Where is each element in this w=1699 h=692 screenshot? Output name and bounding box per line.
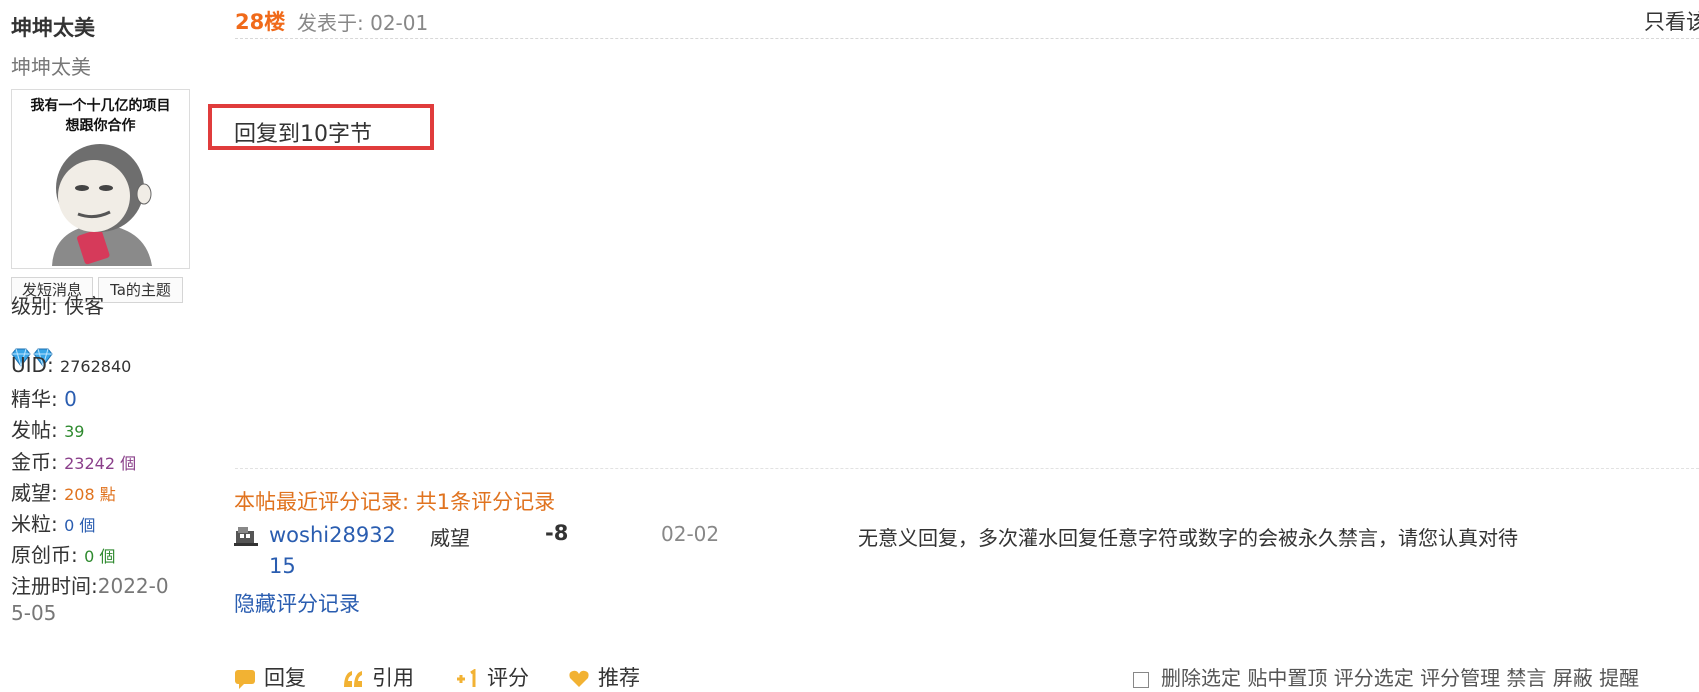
heart-icon [569, 670, 589, 687]
post-time: 发表于: 02-01 [297, 11, 429, 35]
username[interactable]: 坤坤太美 [11, 12, 95, 42]
gold-row: 金币: 23242 個 [11, 446, 136, 475]
post-content-highlight: 回复到10字节 [208, 104, 434, 150]
prestige-value: 208 點 [64, 485, 116, 504]
rating-reason: 无意义回复，多次灌水回复任意字符或数字的会被永久禁言，请您认真对待 [858, 526, 1518, 550]
quote-icon [344, 671, 362, 687]
original-coin-label: 原创币: [11, 543, 78, 567]
rice-label: 米粒: [11, 512, 58, 536]
gold-label: 金币: [11, 450, 58, 474]
recommend-label: 推荐 [598, 666, 640, 690]
original-coin-value: 0 個 [84, 547, 116, 566]
prestige-label: 威望: [11, 481, 58, 505]
gold-value: 23242 個 [64, 454, 137, 473]
level-label: 级别: [11, 294, 58, 318]
uid-value: 2762840 [60, 357, 132, 376]
reply-label: 回复 [264, 666, 306, 690]
admin-actions-label[interactable]: 删除选定 贴中置顶 评分选定 评分管理 禁言 屏蔽 提醒 [1161, 666, 1639, 690]
rater-avatar-icon [234, 527, 258, 546]
level-value: 侠客 [64, 294, 105, 318]
register-label: 注册时间: [11, 574, 98, 598]
post-header: 28楼 发表于: 02-01 只看该 [235, 0, 1699, 39]
essence-value[interactable]: 0 [64, 387, 77, 411]
post-content: 回复到10字节 [234, 122, 372, 147]
register-row: 注册时间:2022-0 [11, 570, 169, 599]
quote-button[interactable]: 引用 [342, 662, 414, 692]
original-coin-row: 原创币: 0 個 [11, 539, 115, 568]
content-divider [235, 468, 1699, 469]
select-post-checkbox[interactable] [1133, 671, 1149, 688]
register-value-line1: 2022-0 [97, 574, 169, 598]
register-value-line2: 5-05 [11, 601, 57, 625]
reply-button[interactable]: 回复 [234, 662, 306, 692]
posts-value: 39 [64, 422, 85, 441]
essence-row: 精华: 0 [11, 383, 77, 412]
floor-number[interactable]: 28楼 [235, 6, 285, 36]
rice-value: 0 個 [64, 516, 96, 535]
user-sidebar: 坤坤太美 坤坤太美 我有一个十几亿的项目 想跟你合作 发短消息 Ta的主题 级别… [0, 0, 200, 676]
uid-label: UID: [11, 353, 54, 377]
quote-label: 引用 [372, 666, 414, 690]
rate-label: 评分 [487, 666, 529, 690]
register-row-cont: 5-05 [11, 601, 56, 625]
user-topics-button[interactable]: Ta的主题 [98, 277, 183, 303]
rater-username-link[interactable]: woshi2893215 [269, 520, 409, 582]
rating-type: 威望 [430, 526, 470, 550]
prestige-row: 威望: 208 點 [11, 477, 116, 506]
posts-label: 发帖: [11, 418, 58, 442]
avatar-caption-line1: 我有一个十几亿的项目 [30, 98, 171, 114]
avatar-caption: 我有一个十几亿的项目 想跟你合作 [12, 96, 189, 136]
avatar-caption-line2: 想跟你合作 [65, 118, 136, 134]
avatar[interactable]: 我有一个十几亿的项目 想跟你合作 [11, 89, 190, 269]
recommend-button[interactable]: 推荐 [568, 662, 640, 692]
admin-actions[interactable]: 删除选定 贴中置顶 评分选定 评分管理 禁言 屏蔽 提醒 [1133, 662, 1639, 691]
rate-button[interactable]: 评分 [455, 662, 529, 692]
rice-row: 米粒: 0 個 [11, 508, 95, 537]
posts-row: 发帖: 39 [11, 414, 84, 443]
hide-rating-link[interactable]: 隐藏评分记录 [234, 588, 360, 618]
level-row: 级别: 侠客 [11, 290, 104, 319]
rating-score: -8 [545, 521, 569, 545]
reply-icon [235, 670, 255, 689]
rating-date: 02-02 [661, 522, 720, 546]
plus-one-icon [457, 669, 476, 687]
meme-face-icon [52, 144, 152, 266]
rating-title: 本帖最近评分记录: 共1条评分记录 [234, 490, 556, 514]
only-view-author-link[interactable]: 只看该 [1644, 6, 1699, 36]
essence-label: 精华: [11, 387, 58, 411]
uid-row: UID: 2762840 [11, 353, 131, 377]
user-nickname: 坤坤太美 [11, 55, 91, 79]
